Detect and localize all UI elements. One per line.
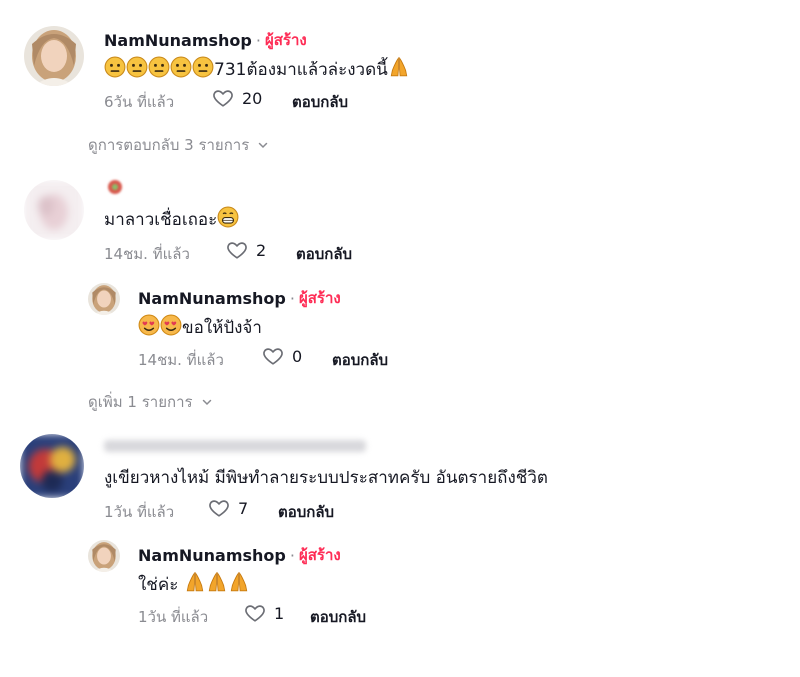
creator-badge: ผู้สร้าง — [264, 31, 307, 49]
flower-icon — [108, 180, 122, 194]
avatar-image — [24, 26, 84, 86]
chevron-down-icon — [201, 396, 213, 408]
reply-button[interactable]: ตอบกลับ — [332, 348, 388, 372]
comment-time: 6วัน ที่แล้ว — [104, 93, 175, 111]
folded-hands-emoji — [388, 56, 410, 78]
like-button[interactable]: 2 — [226, 239, 266, 261]
reply-button[interactable]: ตอบกลับ — [296, 242, 352, 266]
author-name[interactable]: NamNunamshop — [138, 546, 286, 565]
separator: · — [289, 288, 295, 308]
reply-time: 14ชม. ที่แล้ว — [138, 351, 224, 369]
view-more-button[interactable]: ดูเพิ่ม 1 รายการ — [88, 390, 213, 414]
avatar-image — [88, 283, 120, 315]
neutral-face-emoji — [170, 56, 192, 78]
reply-header: NamNunamshop · ผู้สร้าง — [138, 543, 341, 567]
author-name[interactable]: NamNunamshop — [104, 31, 252, 50]
comment-text-body: มาลาวเชื่อเถอะ — [104, 210, 218, 230]
comment-text-body: 731ต้องมาแล้วล่ะงวดนี้ — [214, 60, 388, 80]
reply-button[interactable]: ตอบกลับ — [278, 500, 334, 524]
comment-text-body: งูเขียวหางไหม้ มีพิษทำลายระบบประสาทครับ … — [104, 468, 548, 488]
grinning-emoji — [217, 206, 239, 228]
neutral-face-emoji — [126, 56, 148, 78]
comment-time: 14ชม. ที่แล้ว — [104, 245, 190, 263]
avatar-image — [20, 434, 84, 498]
separator: · — [289, 545, 295, 565]
avatar[interactable] — [88, 283, 120, 315]
reply-button[interactable]: ตอบกลับ — [310, 605, 366, 629]
reply-button[interactable]: ตอบกลับ — [292, 90, 348, 114]
avatar[interactable] — [24, 26, 84, 86]
like-button[interactable]: 0 — [262, 345, 302, 367]
reply-text-body: ขอให้ปังจ้า — [182, 318, 262, 338]
like-button[interactable]: 20 — [212, 87, 262, 109]
heart-outline-icon — [208, 497, 230, 519]
view-replies-button[interactable]: ดูการตอบกลับ 3 รายการ — [88, 133, 269, 157]
heart-outline-icon — [212, 87, 234, 109]
heart-outline-icon — [226, 239, 248, 261]
comment-header: NamNunamshop · ผู้สร้าง — [104, 28, 307, 52]
creator-badge: ผู้สร้าง — [298, 546, 341, 564]
avatar[interactable] — [88, 540, 120, 572]
comment-time: 1วัน ที่แล้ว — [104, 503, 175, 521]
neutral-face-emoji — [104, 56, 126, 78]
neutral-face-emoji — [148, 56, 170, 78]
avatar[interactable] — [24, 180, 84, 240]
author-name[interactable]: NamNunamshop — [138, 289, 286, 308]
reply-header: NamNunamshop · ผู้สร้าง — [138, 286, 341, 310]
blurred-author-name[interactable] — [104, 176, 126, 196]
like-count: 2 — [256, 240, 267, 260]
smiling-hearts-emoji — [160, 314, 182, 336]
like-count: 0 — [292, 346, 303, 366]
reply-text: ใช่ค่ะ — [138, 571, 250, 598]
like-button[interactable]: 1 — [244, 602, 284, 624]
neutral-face-emoji — [192, 56, 214, 78]
like-button[interactable]: 7 — [208, 497, 248, 519]
view-replies-label: ดูการตอบกลับ 3 รายการ — [88, 136, 250, 154]
chevron-down-icon — [257, 139, 269, 151]
separator: · — [255, 30, 261, 50]
heart-outline-icon — [262, 345, 284, 367]
reply-time: 1วัน ที่แล้ว — [138, 608, 209, 626]
comment-text: 731ต้องมาแล้วล่ะงวดนี้ — [104, 56, 410, 83]
folded-hands-emoji — [184, 571, 206, 593]
heart-outline-icon — [244, 602, 266, 624]
reply-text-body: ใช่ค่ะ — [138, 575, 179, 595]
avatar[interactable] — [20, 434, 84, 498]
creator-badge: ผู้สร้าง — [298, 289, 341, 307]
comment-text: มาลาวเชื่อเถอะ — [104, 206, 239, 233]
avatar-image — [88, 540, 120, 572]
folded-hands-emoji — [228, 571, 250, 593]
like-count: 7 — [238, 498, 249, 518]
blurred-author-name[interactable] — [104, 440, 366, 452]
folded-hands-emoji — [206, 571, 228, 593]
avatar-image — [24, 180, 84, 240]
like-count: 20 — [242, 88, 263, 108]
smiling-hearts-emoji — [138, 314, 160, 336]
like-count: 1 — [274, 603, 285, 623]
comment-text: งูเขียวหางไหม้ มีพิษทำลายระบบประสาทครับ … — [104, 464, 548, 491]
view-more-label: ดูเพิ่ม 1 รายการ — [88, 393, 193, 411]
reply-text: ขอให้ปังจ้า — [138, 314, 262, 341]
